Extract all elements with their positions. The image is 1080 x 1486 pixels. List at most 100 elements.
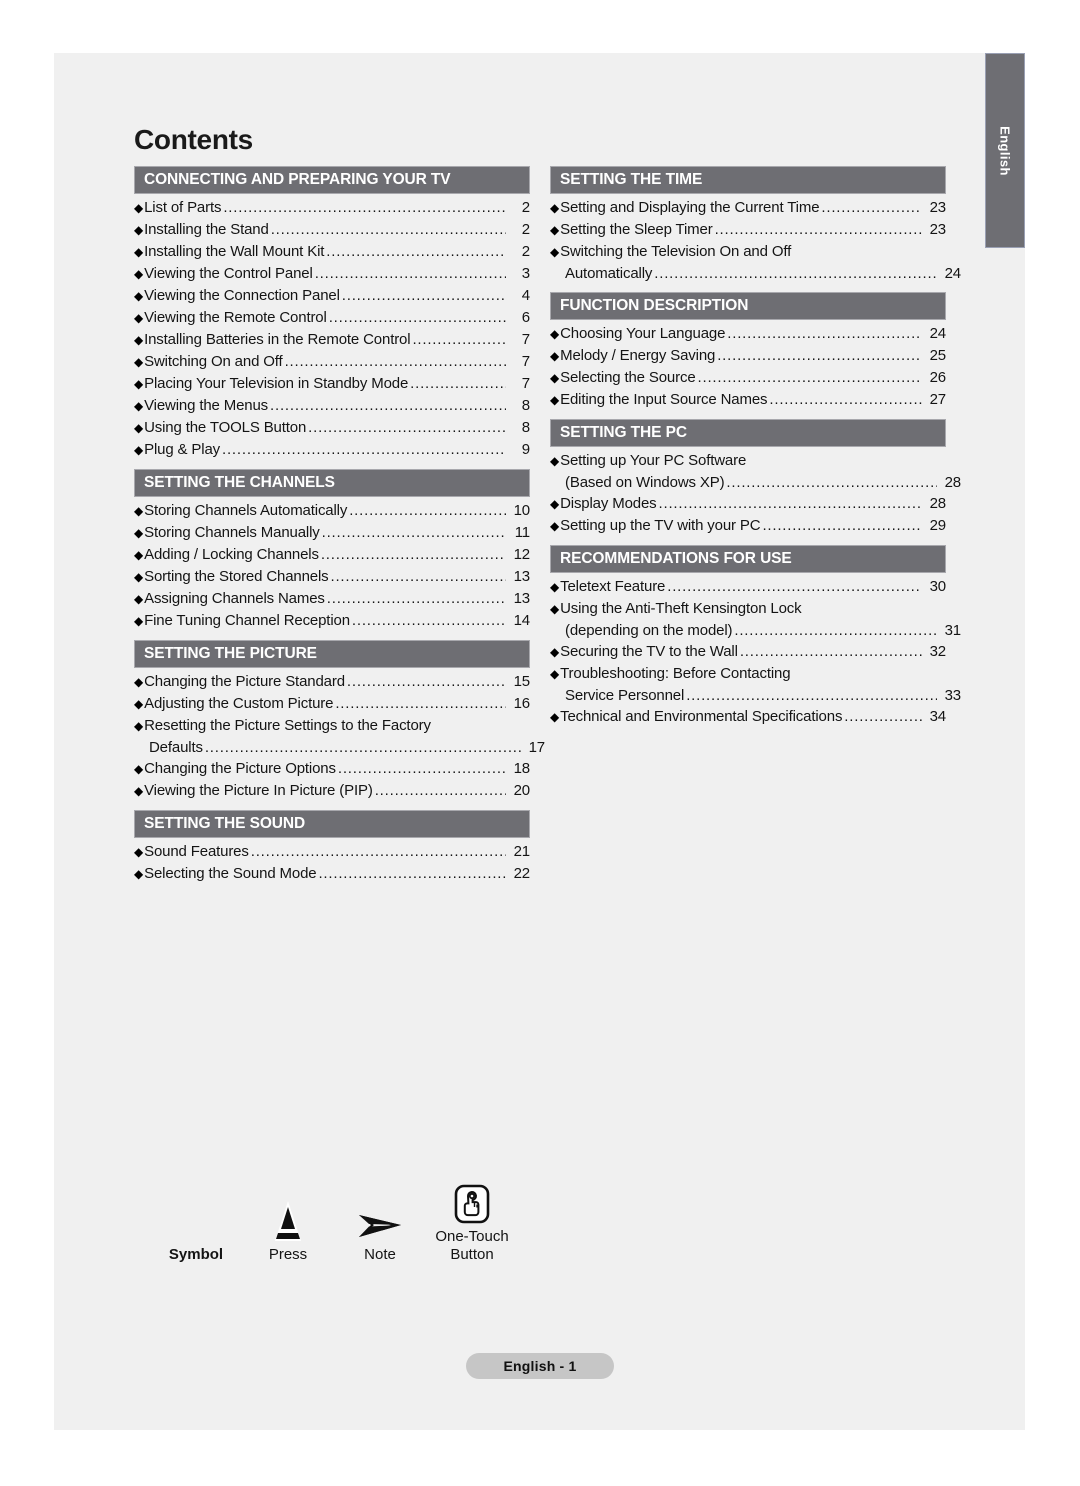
dot-leader	[352, 610, 506, 631]
legend-label: Press	[268, 1246, 308, 1263]
diamond-bullet-icon: ◆	[550, 393, 560, 408]
toc-page-number: 22	[513, 865, 531, 883]
dot-leader	[327, 588, 506, 609]
toc-entry[interactable]: ◆ Resetting the Picture Settings to the F…	[134, 715, 530, 737]
toc-entry[interactable]: ◆Installing the Stand 2	[134, 219, 530, 241]
section-header-label: SETTING THE PC	[560, 424, 687, 442]
toc-entry-title: Assigning Channels Names	[144, 590, 325, 608]
legend-item: One-Touch Button	[426, 1175, 518, 1264]
dot-leader	[342, 285, 506, 306]
toc-entry[interactable]: ◆Plug & Play 9	[134, 439, 530, 461]
toc-entry[interactable]: ◆Installing the Wall Mount Kit 2	[134, 241, 530, 263]
diamond-bullet-icon: ◆	[134, 421, 144, 436]
toc-entry[interactable]: ◆Setting the Sleep Timer 23	[550, 219, 946, 241]
toc-entry[interactable]: ◆ Placing Your Television in Standby Mode…	[134, 373, 530, 395]
diamond-bullet-icon: ◆	[134, 245, 144, 260]
press-triangle-icon	[242, 1193, 334, 1243]
toc-entry[interactable]: ◆Choosing Your Language 24	[550, 323, 946, 345]
toc-entry[interactable]: ◆Editing the Input Source Names 27	[550, 389, 946, 411]
toc-entry-title: Technical and Environmental Specificatio…	[560, 708, 843, 726]
toc-entry[interactable]: ◆Fine Tuning Channel Reception 14	[134, 610, 530, 632]
diamond-bullet-icon: ◆	[134, 570, 144, 585]
diamond-bullet-icon: ◆	[550, 519, 560, 534]
toc-section: SETTING THE PICTURE ◆ Changing the Picture…	[134, 640, 545, 802]
toc-entry[interactable]: ◆ Installing Batteries in the Remote Cont…	[134, 329, 530, 351]
toc-entry-title: Sorting the Stored Channels	[144, 568, 329, 586]
toc-entry-title: Choosing Your Language	[560, 325, 726, 343]
toc-entry-title: Using the Anti-Theft Kensington Lock	[560, 600, 802, 618]
toc-entry-title: Installing Batteries in the Remote Contr…	[144, 331, 411, 349]
dot-leader	[270, 395, 506, 416]
toc-entry[interactable]: ◆Storing Channels Manually 11	[134, 522, 530, 544]
toc-page-number: 14	[513, 612, 531, 630]
dot-leader	[667, 576, 922, 597]
toc-entry[interactable]: ◆List of Parts 2	[134, 197, 530, 219]
dot-leader	[285, 351, 506, 372]
toc-entry[interactable]: ◆Assigning Channels Names 13	[134, 588, 530, 610]
toc-entry-title: Installing the Stand	[144, 221, 269, 239]
toc-section: CONNECTING AND PREPARING YOUR TV ◆ List of…	[134, 166, 530, 461]
toc-entry[interactable]: ◆ Setting and Displaying the Current Time…	[550, 197, 946, 219]
toc-entry-title: Automatically	[565, 265, 653, 283]
dot-leader	[322, 522, 506, 543]
toc-entry[interactable]: ◆Storing Channels Automatically 10	[134, 500, 530, 522]
diamond-bullet-icon: ◆	[134, 867, 144, 882]
toc-entry-title: Adjusting the Custom Picture	[144, 695, 334, 713]
toc-page-number: 6	[521, 309, 530, 327]
toc-section: RECOMMENDATIONS FOR USE ◆ Teletext Feature…	[550, 545, 961, 728]
toc-entry[interactable]: ◆Changing the Picture Standard 15	[134, 671, 530, 693]
toc-entry[interactable]: ◆Adding / Locking Channels 12	[134, 544, 530, 566]
toc-entry-title: Troubleshooting: Before Contacting	[560, 665, 791, 683]
toc-entry[interactable]: ◆Viewing the Remote Control 6	[134, 307, 530, 329]
diamond-bullet-icon: ◆	[134, 311, 144, 326]
toc-entry-title: Setting up the TV with your PC	[560, 517, 761, 535]
toc-entry[interactable]: ◆Switching On and Off 7	[134, 351, 530, 373]
diamond-bullet-icon: ◆	[550, 371, 560, 386]
toc-entry[interactable]: ◆Adjusting the Custom Picture 16	[134, 693, 530, 715]
toc-entry[interactable]: ◆ Technical and Environmental Specificati…	[550, 706, 946, 728]
section-header-label: FUNCTION DESCRIPTION	[560, 297, 749, 315]
toc-page-number: 23	[929, 221, 947, 239]
dot-leader	[726, 472, 937, 493]
toc-entry[interactable]: ◆ Troubleshooting: Before Contacting	[550, 663, 946, 685]
section-header-label: RECOMMENDATIONS FOR USE	[560, 550, 792, 568]
diamond-bullet-icon: ◆	[134, 355, 144, 370]
toc-entry[interactable]: ◆Setting up the TV with your PC 29	[550, 515, 946, 537]
toc-entry[interactable]: ◆Melody / Energy Saving 25	[550, 345, 946, 367]
dot-leader	[326, 241, 506, 262]
toc-entry[interactable]: ◆ Setting up Your PC Software	[550, 450, 946, 472]
toc-page-number: 7	[521, 375, 530, 393]
legend-label: One-Touch	[435, 1228, 509, 1245]
toc-entry[interactable]: ◆Sound Features 21	[134, 841, 530, 863]
toc-entry-title: Changing the Picture Standard	[144, 673, 345, 691]
toc-entry[interactable]: ◆Using the TOOLS Button 8	[134, 417, 530, 439]
toc-entry[interactable]: ◆Viewing the Menus 8	[134, 395, 530, 417]
diamond-bullet-icon: ◆	[134, 201, 144, 216]
toc-entry[interactable]: ◆Sorting the Stored Channels 13	[134, 566, 530, 588]
toc-entry-title: Placing Your Television in Standby Mode	[144, 375, 409, 393]
diamond-bullet-icon: ◆	[134, 762, 144, 777]
toc-entry[interactable]: ◆ Using the Anti-Theft Kensington Lock	[550, 598, 946, 620]
toc-entry[interactable]: ◆Selecting the Source 26	[550, 367, 946, 389]
toc-entry[interactable]: ◆ Switching the Television On and Off	[550, 241, 946, 263]
toc-entry[interactable]: Service Personnel 33	[550, 685, 961, 706]
toc-entry[interactable]: Automatically 24	[550, 263, 961, 284]
toc-entry[interactable]: ◆Viewing the Picture In Picture (PIP) 20	[134, 780, 530, 802]
toc-entry[interactable]: Defaults 17	[134, 737, 545, 758]
toc-entry-title: Resetting the Picture Settings to the Fa…	[144, 717, 431, 735]
dot-leader	[329, 307, 506, 328]
diamond-bullet-icon: ◆	[550, 497, 560, 512]
toc-entry[interactable]: (Based on Windows XP) 28	[550, 472, 961, 493]
toc-entry[interactable]: ◆Selecting the Sound Mode 22	[134, 863, 530, 885]
toc-entry[interactable]: (depending on the model) 31	[550, 620, 961, 641]
toc-entry-title: Selecting the Sound Mode	[144, 865, 317, 883]
toc-entry[interactable]: ◆Changing the Picture Options 18	[134, 758, 530, 780]
note-arrow-icon	[359, 1215, 401, 1237]
toc-entry[interactable]: ◆Viewing the Connection Panel 4	[134, 285, 530, 307]
toc-entry[interactable]: ◆Viewing the Control Panel 3	[134, 263, 530, 285]
toc-entry-title: Viewing the Connection Panel	[144, 287, 340, 305]
toc-entry[interactable]: ◆Securing the TV to the Wall 32	[550, 641, 946, 663]
toc-entry[interactable]: ◆Display Modes 28	[550, 493, 946, 515]
section-header: SETTING THE TIME	[550, 166, 946, 195]
toc-entry[interactable]: ◆Teletext Feature 30	[550, 576, 946, 598]
